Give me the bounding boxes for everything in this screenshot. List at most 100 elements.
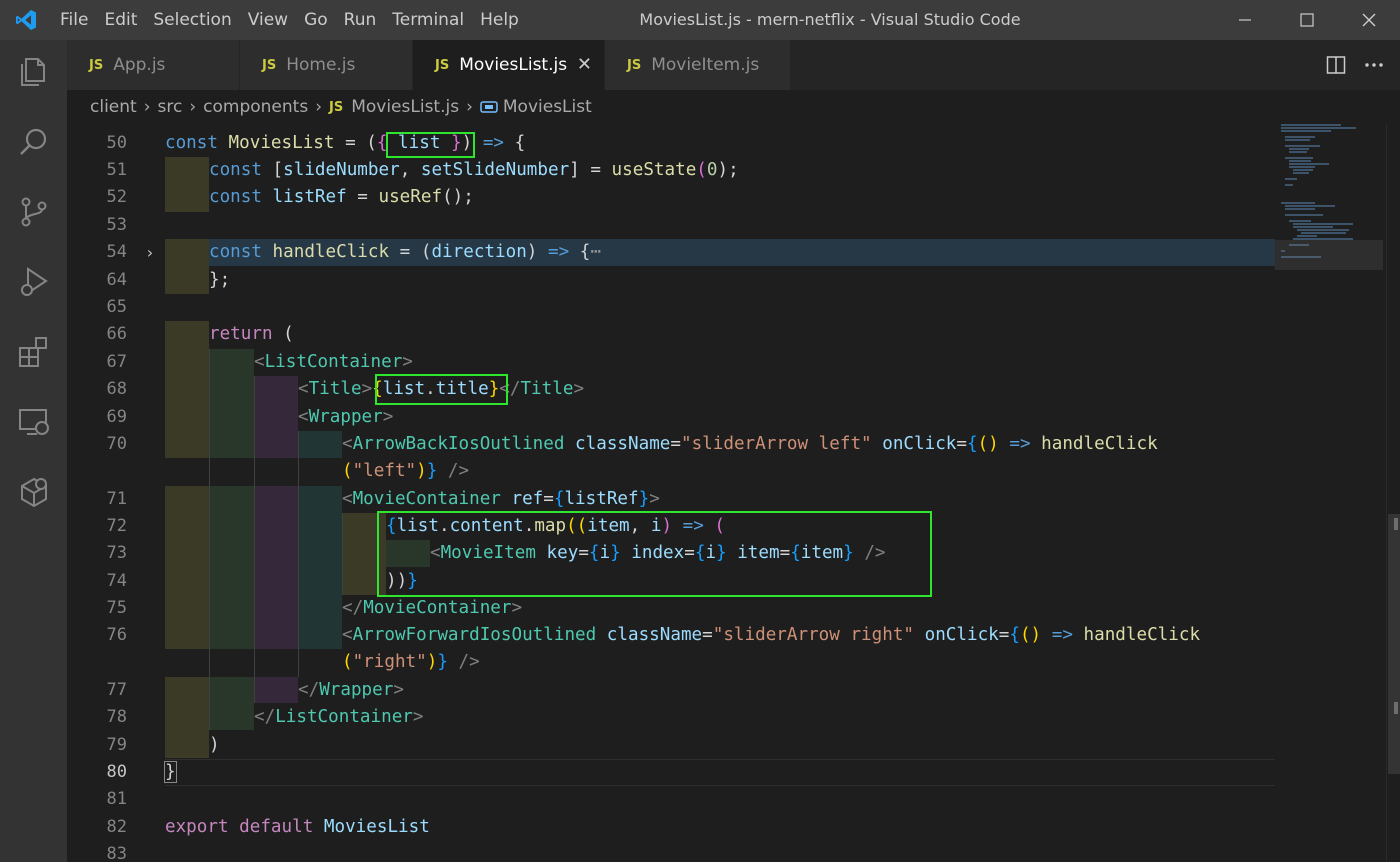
- menu-view[interactable]: View: [240, 0, 296, 40]
- menu-go[interactable]: Go: [296, 0, 336, 40]
- menu-file[interactable]: File: [52, 0, 96, 40]
- code-line-76: <ArrowForwardIosOutlined className="slid…: [342, 625, 1201, 645]
- close-window-button[interactable]: [1338, 0, 1400, 40]
- line-number: 72: [106, 516, 127, 536]
- line-number: 67: [106, 352, 127, 372]
- js-file-icon: JS: [329, 99, 344, 115]
- maximize-icon: [1300, 13, 1314, 27]
- code-line-80: }: [164, 761, 177, 783]
- minimap-line: [1281, 202, 1315, 204]
- breadcrumb-client[interactable]: client: [90, 97, 137, 117]
- line-number: 70: [106, 434, 127, 454]
- menu-terminal[interactable]: Terminal: [384, 0, 472, 40]
- minimize-icon: [1239, 19, 1251, 21]
- line-number: 79: [106, 735, 127, 755]
- code-line-78: </ListContainer>: [254, 707, 424, 727]
- line-number: 81: [106, 789, 127, 809]
- code-editor[interactable]: 50 51 52 53 54 64 65 66 67 68 69 70 71 7…: [67, 124, 1400, 862]
- line-number: 64: [106, 270, 127, 290]
- tab-close-icon[interactable]: ✕: [577, 54, 592, 75]
- js-file-icon: JS: [89, 57, 104, 73]
- scrollbar-thumb[interactable]: [1388, 514, 1400, 774]
- tab-label: MovieItem.js: [651, 55, 760, 75]
- minimap-line: [1293, 223, 1353, 225]
- split-editor-icon[interactable]: [1326, 55, 1346, 75]
- code-line-82: export default MoviesList: [165, 817, 430, 837]
- vertical-scrollbar[interactable]: [1386, 124, 1400, 862]
- current-line-indicator: [165, 759, 1275, 786]
- tab-movieslist-js[interactable]: JS MoviesList.js ✕: [413, 40, 605, 90]
- code-line-66: return (: [209, 324, 294, 344]
- window-controls: [1214, 0, 1400, 40]
- code-line-77: </Wrapper>: [298, 680, 404, 700]
- tab-label: App.js: [113, 55, 166, 75]
- explorer-icon[interactable]: [0, 42, 67, 102]
- minimap-line: [1293, 169, 1313, 171]
- line-number-gutter: 50 51 52 53 54 64 65 66 67 68 69 70 71 7…: [67, 124, 165, 862]
- extensions-icon[interactable]: [0, 322, 67, 382]
- minimap-line: [1285, 214, 1323, 216]
- code-line-70-wrap: ("left")} />: [342, 461, 470, 481]
- indent-guide-level-1: [165, 321, 209, 758]
- indent-guide-level-1: [165, 157, 209, 212]
- breadcrumb-file[interactable]: MoviesList.js: [351, 97, 459, 117]
- breadcrumb-symbol[interactable]: MoviesList: [503, 97, 592, 117]
- tab-movieitem-js[interactable]: JS MovieItem.js: [605, 40, 791, 90]
- js-file-icon: JS: [627, 57, 642, 73]
- minimap-line: [1285, 208, 1315, 210]
- code-line-51: const [slideNumber, setSlideNumber] = us…: [209, 160, 739, 180]
- menu-edit[interactable]: Edit: [96, 0, 145, 40]
- indent-line: [209, 349, 210, 730]
- indent-line: [254, 376, 255, 703]
- chevron-right-icon: ›: [466, 97, 473, 117]
- breadcrumb-components[interactable]: components: [203, 97, 308, 117]
- maximize-button[interactable]: [1276, 0, 1338, 40]
- minimap-line: [1297, 235, 1317, 237]
- tab-home-js[interactable]: JS Home.js: [240, 40, 413, 90]
- code-line-52: const listRef = useRef();: [209, 187, 474, 207]
- line-number: 73: [106, 543, 127, 563]
- activity-bar: [0, 40, 67, 862]
- code-line-64: };: [209, 270, 231, 290]
- minimap-line: [1285, 139, 1310, 141]
- line-number: 52: [106, 187, 127, 207]
- source-control-icon[interactable]: [0, 182, 67, 242]
- indent-line: [342, 513, 343, 595]
- minimap-line: [1281, 130, 1331, 132]
- chevron-right-icon: ›: [189, 97, 197, 117]
- minimize-button[interactable]: [1214, 0, 1276, 40]
- indent-guide-level-1: [165, 239, 209, 294]
- minimap-slider[interactable]: [1275, 240, 1383, 270]
- editor-actions: [1326, 40, 1400, 90]
- run-debug-icon[interactable]: [0, 252, 67, 312]
- menu-run[interactable]: Run: [336, 0, 385, 40]
- tab-app-js[interactable]: JS App.js: [67, 40, 240, 90]
- line-number: 78: [106, 707, 127, 727]
- symbol-variable-icon: [480, 101, 498, 113]
- minimap-line: [1289, 160, 1311, 162]
- more-actions-icon[interactable]: [1364, 55, 1384, 75]
- code-line-71: <MovieContainer ref={listRef}>: [342, 489, 660, 509]
- search-icon[interactable]: [0, 112, 67, 172]
- code-line-70: <ArrowBackIosOutlined className="sliderA…: [342, 434, 1158, 454]
- minimap-line: [1289, 163, 1329, 165]
- breadcrumb-src[interactable]: src: [158, 97, 183, 117]
- code-line-75: </MovieContainer>: [342, 598, 523, 618]
- line-number: 54: [106, 242, 127, 262]
- remote-explorer-icon[interactable]: [0, 392, 67, 452]
- minimap-line: [1293, 226, 1333, 228]
- menu-selection[interactable]: Selection: [145, 0, 239, 40]
- highlight-box-list-prop: [386, 132, 475, 158]
- js-file-icon: JS: [435, 57, 450, 73]
- fold-chevron-right-icon[interactable]: ›: [142, 239, 158, 266]
- minimap-line: [1289, 148, 1309, 150]
- chevron-right-icon: ›: [315, 97, 322, 117]
- docker-icon[interactable]: [0, 462, 67, 522]
- menu-help[interactable]: Help: [472, 0, 527, 40]
- code-area[interactable]: const MoviesList = ({ list }) => { const…: [164, 124, 1275, 862]
- code-line-76-wrap: ("right")} />: [342, 652, 480, 672]
- line-number: 51: [106, 160, 127, 180]
- line-number-current: 80: [106, 762, 127, 782]
- minimap[interactable]: [1275, 124, 1385, 862]
- minimap-line: [1289, 166, 1315, 168]
